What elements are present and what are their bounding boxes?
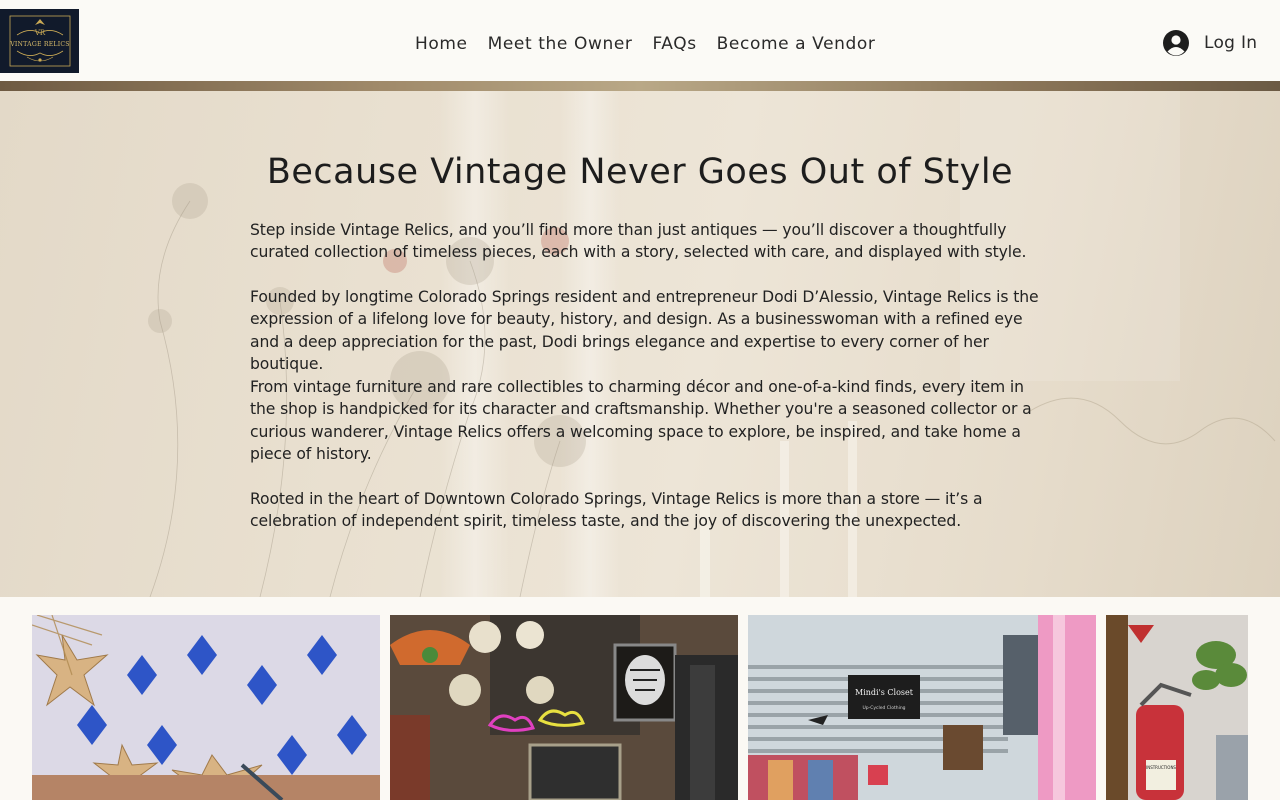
login-button[interactable]: Log In [1162,29,1257,57]
nav-home[interactable]: Home [405,31,478,57]
mindis-closet-photo: Mindi's Closet Up-Cycled Clothing [748,615,1096,800]
login-label: Log In [1204,33,1258,53]
user-avatar-icon [1163,30,1189,56]
logo-emblem-icon: VR VINTAGE RELICS [9,15,70,67]
gallery-image-shop-interior[interactable] [390,615,738,800]
nav-faqs[interactable]: FAQs [642,31,706,57]
hero-paragraph-2: Founded by longtime Colorado Springs res… [250,288,1039,374]
gallery-image-jewelry[interactable] [32,615,380,800]
gallery-image-fire-extinguisher[interactable]: INSTRUCTIONS [1106,615,1248,800]
hero-paragraph-3: From vintage furniture and rare collecti… [250,378,1032,464]
shop-interior-photo [390,615,738,800]
gallery-image-mindis-closet[interactable]: Mindi's Closet Up-Cycled Clothing [748,615,1096,800]
svg-text:Mindi's Closet: Mindi's Closet [855,688,914,697]
fire-extinguisher-photo: INSTRUCTIONS [1106,615,1248,800]
svg-text:INSTRUCTIONS: INSTRUCTIONS [1146,765,1176,770]
jewelry-photo [32,615,380,800]
hero-title: Because Vintage Never Goes Out of Style [266,152,1014,192]
svg-text:VINTAGE RELICS: VINTAGE RELICS [9,41,70,48]
site-logo[interactable]: VR VINTAGE RELICS [0,9,79,73]
svg-text:VR: VR [33,29,45,37]
hero-section: Because Vintage Never Goes Out of Style … [0,81,1280,597]
site-header: VR VINTAGE RELICS Home Meet the Owner FA… [0,0,1280,81]
hero-content: Because Vintage Never Goes Out of Style … [0,81,1280,597]
nav-become-a-vendor[interactable]: Become a Vendor [707,31,886,57]
svg-text:Up-Cycled Clothing: Up-Cycled Clothing [862,705,905,711]
hero-paragraph-4: Rooted in the heart of Downtown Colorado… [250,490,983,531]
hero-paragraph-1: Step inside Vintage Relics, and you’ll f… [250,221,1027,262]
photo-gallery: Mindi's Closet Up-Cycled Clothing INSTRU… [0,597,1280,800]
nav-meet-the-owner[interactable]: Meet the Owner [478,31,643,57]
main-nav: Home Meet the Owner FAQs Become a Vendor [405,31,886,57]
